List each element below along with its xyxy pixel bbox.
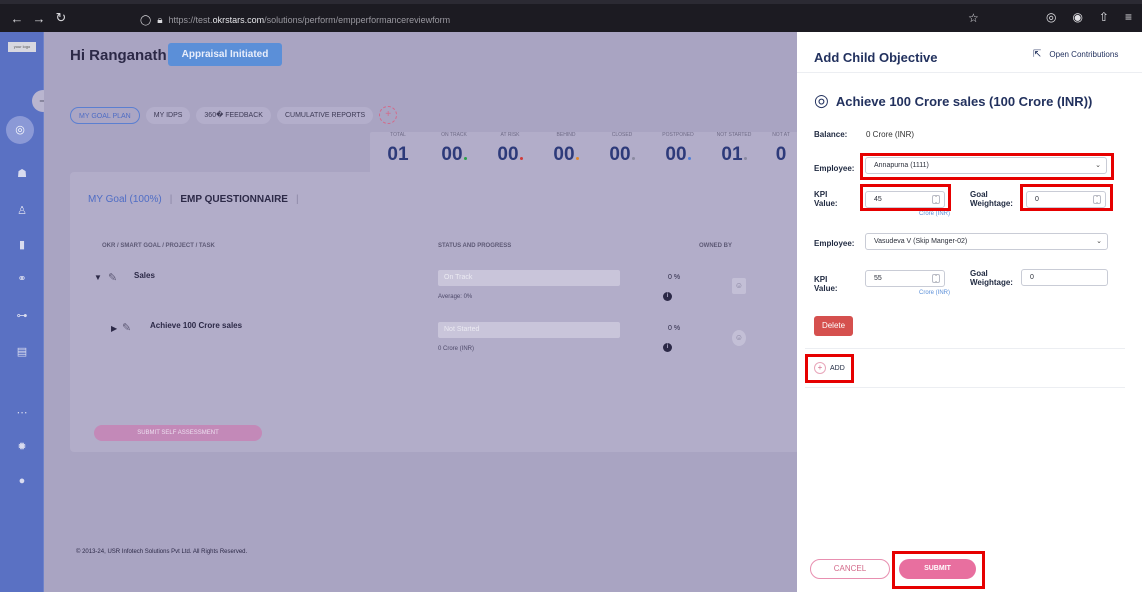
row-sub-achieve: 0 Crore (INR) (438, 346, 475, 352)
expand-row-icon[interactable]: ▶ (111, 324, 117, 333)
status-bar-achieve: Not Started (438, 322, 620, 338)
stepper-icon[interactable]: ⌃ ⌄ (932, 274, 940, 283)
row-sub-sales: Average: 0% (438, 294, 473, 300)
row-pct-achieve: 0 % (668, 325, 681, 332)
sidebar: your logo ◎ ☗ ♙ ▮ ⚭ ⊶ ▤ ⋯ ✹ ● (0, 32, 44, 592)
stat-postponed: POSTPONED 00 (662, 132, 694, 165)
kpi-value-input-2[interactable]: 55 ⌃ ⌄ (865, 270, 945, 287)
sidebar-item-reports[interactable]: ▤ (0, 345, 44, 358)
tab-emp-questionnaire[interactable]: EMP QUESTIONNAIRE (180, 194, 288, 205)
target-icon: ◎ (814, 91, 829, 110)
stat-total: TOTAL 01 (387, 132, 409, 165)
avatar: ☺ (732, 278, 746, 294)
lock-icon: 🔒︎ (157, 14, 163, 26)
employee-select-2[interactable]: Vasudeva V (Skip Manger-02) ⌄ (865, 233, 1108, 250)
goal-weightage-input-2[interactable]: 0 (1021, 269, 1108, 286)
forward-icon[interactable]: → (28, 11, 50, 26)
add-child-objective-panel: Add Child Objective ⇱ Open Contributions… (797, 32, 1142, 592)
sidebar-item-goals[interactable]: ◎ (6, 116, 34, 144)
stat-on-track: ON TRACK 00 (441, 132, 467, 165)
task-icon: ✎ (122, 322, 132, 334)
user-icon[interactable]: ● (0, 475, 44, 487)
highlight-box (1020, 184, 1113, 211)
panel-title: Add Child Objective (814, 50, 938, 65)
footer-copyright: © 2013-24, USR Infotech Solutions Pvt Lt… (70, 543, 800, 561)
kpi-label: KPI Value: (814, 190, 838, 208)
pocket-icon[interactable]: ◎ (1046, 10, 1056, 24)
employee-label: Employee: (814, 164, 855, 173)
kpi-unit: Crore (INR) (919, 290, 950, 296)
back-icon[interactable]: ← (6, 11, 28, 26)
sidebar-item-handshake[interactable]: ⚭ (0, 272, 44, 285)
row-pct-sales: 0 % (668, 274, 681, 281)
settings-icon[interactable]: ✹ (0, 440, 44, 453)
row-title-achieve[interactable]: Achieve 100 Crore sales (150, 321, 242, 330)
open-contributions-link[interactable]: ⇱ Open Contributions (1033, 49, 1118, 60)
info-icon[interactable]: i (663, 292, 672, 301)
highlight-box (805, 354, 854, 383)
sidebar-item-book[interactable]: ▮ (0, 238, 44, 251)
balance-value: 0 Crore (INR) (866, 130, 915, 139)
sidebar-item-team[interactable]: ☗ (0, 167, 44, 180)
column-header-okr: OKR / SMART GOAL / PROJECT / TASK (102, 243, 215, 249)
url-text: https://test.okrstars.com/solutions/perf… (168, 15, 451, 25)
avatar: ☺ (732, 330, 746, 346)
goal-weightage-label: Goal Weightage: (970, 190, 1013, 208)
url-bar[interactable]: ◯ 🔒︎ https://test.okrstars.com/solutions… (140, 11, 1000, 29)
chevron-down-icon: ⌄ (1096, 238, 1102, 245)
appraisal-status-button[interactable]: Appraisal Initiated (168, 43, 282, 66)
delete-button[interactable]: Delete (814, 316, 853, 336)
task-icon: ✎ (108, 272, 118, 284)
status-bar-sales: On Track (438, 270, 620, 286)
highlight-box (860, 184, 951, 211)
card-tabs: MY Goal (100%) | EMP QUESTIONNAIRE | (88, 194, 299, 205)
company-logo: your logo (8, 42, 36, 52)
cancel-button[interactable]: CANCEL (810, 559, 890, 579)
column-header-status: STATUS AND PROGRESS (438, 243, 512, 249)
tab-my-goal-plan[interactable]: MY GOAL PLAN (70, 106, 140, 124)
collapse-row-icon[interactable]: ▼ (94, 273, 102, 282)
tab-my-idps[interactable]: MY IDPS (145, 106, 191, 124)
menu-icon[interactable]: ≡ (1125, 10, 1132, 24)
balance-label: Balance: (814, 130, 848, 139)
stat-at-risk: AT RISK 00 (482, 132, 538, 166)
highlight-box (860, 153, 1114, 180)
bookmark-star-icon[interactable]: ☆ (968, 11, 979, 25)
extensions-icon[interactable]: ⇧ (1099, 10, 1109, 24)
page-title: Hi Ranganath (70, 47, 167, 64)
stat-closed: CLOSED 00 (594, 132, 650, 166)
main-content: Hi Ranganath Appraisal Initiated MY GOAL… (44, 32, 800, 592)
objective-heading: ◎ Achieve 100 Crore sales (100 Crore (IN… (814, 91, 1093, 110)
sidebar-item-people[interactable]: ♙ (0, 204, 44, 217)
row-title-sales[interactable]: Sales (134, 271, 155, 280)
info-icon[interactable]: i (663, 343, 672, 352)
goal-stats: TOTAL 01 ON TRACK 00 AT RISK 00 BEHIND 00 CL… (370, 132, 800, 174)
shield-icon: ◯ (140, 14, 152, 26)
reload-icon[interactable]: ↻ (50, 10, 72, 26)
submit-self-assessment-button[interactable]: SUBMIT SELF ASSESSMENT (94, 425, 262, 441)
kpi-label: KPI Value: (814, 275, 838, 293)
stat-not-at: NOT AT 0 (772, 132, 790, 165)
goal-weightage-label: Goal Weightage: (970, 269, 1013, 287)
stat-behind: BEHIND 00 (538, 132, 594, 166)
kpi-unit: Crore (INR) (919, 211, 950, 217)
tab-cumulative-reports[interactable]: CUMULATIVE REPORTS (276, 106, 374, 124)
tab-my-goal[interactable]: MY Goal (100%) (88, 194, 162, 205)
goal-tabs: MY GOAL PLAN MY IDPS 360� FEEDBACK CUMUL… (70, 106, 398, 124)
tab-360-feedback[interactable]: 360� FEEDBACK (196, 106, 271, 124)
highlight-box (892, 551, 985, 589)
account-icon[interactable]: ◉ (1072, 10, 1082, 24)
sidebar-item-more[interactable]: ⋯ (0, 406, 44, 419)
browser-toolbar: ← → ↻ ◯ 🔒︎ https://test.okrstars.com/sol… (0, 0, 1142, 32)
sidebar-item-hierarchy[interactable]: ⊶ (0, 309, 44, 322)
goal-card: MY Goal (100%) | EMP QUESTIONNAIRE | OKR… (70, 172, 800, 452)
employee-label: Employee: (814, 239, 855, 248)
column-header-owned-by: OWNED BY (699, 243, 732, 249)
stat-not-started: NOT STARTED 01 (716, 132, 752, 165)
add-tab-icon[interactable]: + (379, 106, 398, 124)
external-link-icon: ⇱ (1033, 49, 1042, 60)
